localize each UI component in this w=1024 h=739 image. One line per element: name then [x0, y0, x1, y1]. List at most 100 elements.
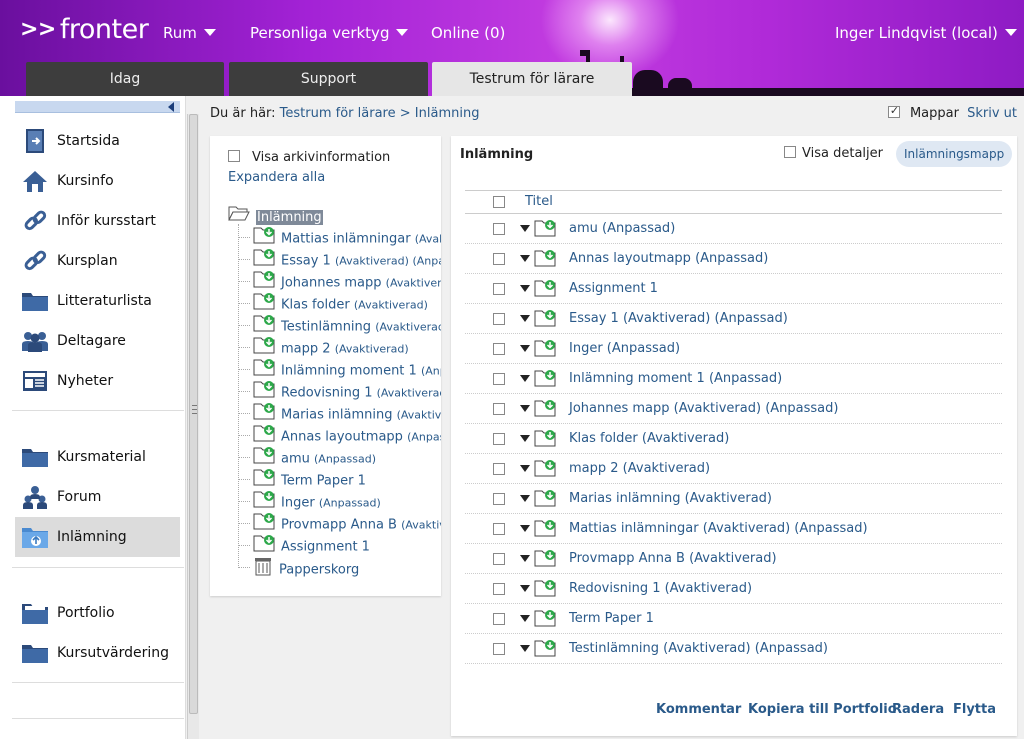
row-checkbox[interactable] [493, 583, 505, 595]
table-row[interactable]: Klas folder (Avaktiverad) [465, 424, 1002, 454]
row-menu-arrow-icon[interactable] [520, 255, 530, 262]
tab-support[interactable]: Support [229, 62, 428, 96]
row-checkbox[interactable] [493, 403, 505, 415]
scrollbar-thumb[interactable] [189, 114, 198, 714]
row-checkbox[interactable] [493, 223, 505, 235]
table-row[interactable]: Testinlämning (Avaktiverad) (Anpassad) [465, 634, 1002, 664]
table-row[interactable]: Redovisning 1 (Avaktiverad) [465, 574, 1002, 604]
row-title-link[interactable]: Annas layoutmapp (Anpassad) [569, 251, 768, 266]
tree-node-trash[interactable]: Papperskorg [253, 556, 359, 578]
tree-node[interactable]: mapp 2 (Avaktiverad) [253, 336, 409, 358]
table-row[interactable]: Provmapp Anna B (Avaktiverad) [465, 544, 1002, 574]
row-menu-arrow-icon[interactable] [520, 405, 530, 412]
row-checkbox[interactable] [493, 643, 505, 655]
row-title-link[interactable]: Testinlämning (Avaktiverad) (Anpassad) [569, 641, 828, 656]
tree-node[interactable]: Provmapp Anna B (Avaktiverad) [253, 512, 441, 534]
table-row[interactable]: Mattias inlämningar (Avaktiverad) (Anpas… [465, 514, 1002, 544]
tree-node[interactable]: Klas folder (Avaktiverad) [253, 292, 428, 314]
tree-node[interactable]: Essay 1 (Avaktiverad) (Anpassad) [253, 248, 441, 270]
tab-idag[interactable]: Idag [26, 62, 224, 96]
row-title-link[interactable]: mapp 2 (Avaktiverad) [569, 461, 710, 476]
breadcrumb-room-link[interactable]: Testrum för lärare [280, 106, 396, 121]
tab-testrum[interactable]: Testrum för lärare [432, 62, 632, 96]
row-checkbox[interactable] [493, 373, 505, 385]
row-checkbox[interactable] [493, 523, 505, 535]
sidebar-item-kursmaterial[interactable]: Kursmaterial [15, 437, 180, 477]
row-title-link[interactable]: Klas folder (Avaktiverad) [569, 431, 729, 446]
row-menu-arrow-icon[interactable] [520, 375, 530, 382]
new-submission-folder-button[interactable]: Inlämningsmapp [896, 141, 1013, 167]
sidebar-item-kursplan[interactable]: Kursplan [15, 241, 180, 281]
move-button[interactable]: Flytta [953, 702, 996, 717]
row-menu-arrow-icon[interactable] [520, 555, 530, 562]
row-menu-arrow-icon[interactable] [520, 585, 530, 592]
tree-node[interactable]: Inger (Anpassad) [253, 490, 381, 512]
row-checkbox[interactable] [493, 283, 505, 295]
row-title-link[interactable]: Essay 1 (Avaktiverad) (Anpassad) [569, 311, 788, 326]
table-row[interactable]: amu (Anpassad) [465, 214, 1002, 244]
row-title-link[interactable]: Inlämning moment 1 (Anpassad) [569, 371, 782, 386]
table-row[interactable]: Essay 1 (Avaktiverad) (Anpassad) [465, 304, 1002, 334]
row-menu-arrow-icon[interactable] [520, 495, 530, 502]
row-title-link[interactable]: Johannes mapp (Avaktiverad) (Anpassad) [569, 401, 838, 416]
row-checkbox[interactable] [493, 343, 505, 355]
row-menu-arrow-icon[interactable] [520, 315, 530, 322]
row-menu-arrow-icon[interactable] [520, 525, 530, 532]
tree-node[interactable]: Annas layoutmapp (Anpassad) [253, 424, 441, 446]
sidebar-item-litteraturlista[interactable]: Litteraturlista [15, 281, 180, 321]
online-status[interactable]: Online (0) [431, 24, 505, 42]
row-checkbox[interactable] [493, 613, 505, 625]
sidebar-item-infor-kursstart[interactable]: Inför kursstart [15, 201, 180, 241]
select-all-checkbox[interactable] [493, 196, 505, 208]
tree-node[interactable]: Johannes mapp (Avaktiverad) [253, 270, 441, 292]
row-menu-arrow-icon[interactable] [520, 225, 530, 232]
column-title-header[interactable]: Titel [525, 194, 553, 209]
menu-rum[interactable]: Rum [163, 24, 216, 42]
row-menu-arrow-icon[interactable] [520, 645, 530, 652]
table-row[interactable]: Assignment 1 [465, 274, 1002, 304]
row-title-link[interactable]: Redovisning 1 (Avaktiverad) [569, 581, 752, 596]
sidebar-item-kursutvardering[interactable]: Kursutvärdering [15, 633, 180, 673]
tree-root[interactable]: Inlämning [228, 205, 323, 227]
table-row[interactable]: Inger (Anpassad) [465, 334, 1002, 364]
copy-to-portfolio-button[interactable]: Kopiera till Portfolio [748, 702, 897, 717]
row-menu-arrow-icon[interactable] [520, 435, 530, 442]
tree-node[interactable]: Testinlämning (Avaktiverad) [253, 314, 441, 336]
row-title-link[interactable]: amu (Anpassad) [569, 221, 675, 236]
row-checkbox[interactable] [493, 433, 505, 445]
row-title-link[interactable]: Inger (Anpassad) [569, 341, 680, 356]
sidebar-item-forum[interactable]: Forum [15, 477, 180, 517]
row-title-link[interactable]: Term Paper 1 [569, 611, 654, 626]
tree-node[interactable]: Term Paper 1 [253, 468, 366, 490]
row-title-link[interactable]: Assignment 1 [569, 281, 658, 296]
sidebar-item-portfolio[interactable]: Portfolio [15, 593, 180, 633]
row-menu-arrow-icon[interactable] [520, 285, 530, 292]
comment-button[interactable]: Kommentar [656, 702, 741, 717]
table-row[interactable]: Term Paper 1 [465, 604, 1002, 634]
row-title-link[interactable]: Mattias inlämningar (Avaktiverad) (Anpas… [569, 521, 868, 536]
sidebar-item-startsida[interactable]: Startsida [15, 121, 180, 161]
row-menu-arrow-icon[interactable] [520, 465, 530, 472]
row-title-link[interactable]: Marias inlämning (Avaktiverad) [569, 491, 772, 506]
details-checkbox[interactable] [784, 146, 796, 158]
row-checkbox[interactable] [493, 463, 505, 475]
row-title-link[interactable]: Provmapp Anna B (Avaktiverad) [569, 551, 777, 566]
archive-info-checkbox[interactable] [228, 150, 240, 162]
delete-button[interactable]: Radera [892, 702, 944, 717]
row-menu-arrow-icon[interactable] [520, 345, 530, 352]
breadcrumb-current-link[interactable]: Inlämning [415, 106, 480, 121]
tree-node[interactable]: Assignment 1 [253, 534, 370, 556]
mappar-checkbox[interactable] [887, 104, 900, 118]
sidebar-collapse-bar[interactable] [15, 101, 180, 113]
table-row[interactable]: Marias inlämning (Avaktiverad) [465, 484, 1002, 514]
menu-personliga-verktyg[interactable]: Personliga verktyg [250, 24, 409, 42]
user-menu[interactable]: Inger Lindqvist (local) [835, 24, 1017, 42]
expand-all-link[interactable]: Expandera alla [228, 170, 325, 185]
tree-node[interactable]: amu (Anpassad) [253, 446, 376, 468]
table-row[interactable]: mapp 2 (Avaktiverad) [465, 454, 1002, 484]
table-row[interactable]: Annas layoutmapp (Anpassad) [465, 244, 1002, 274]
sidebar-item-deltagare[interactable]: Deltagare [15, 321, 180, 361]
tree-node[interactable]: Marias inlämning (Avaktiverad) [253, 402, 441, 424]
table-row[interactable]: Johannes mapp (Avaktiverad) (Anpassad) [465, 394, 1002, 424]
tree-node[interactable]: Mattias inlämningar (Avaktiverad) [253, 226, 441, 248]
